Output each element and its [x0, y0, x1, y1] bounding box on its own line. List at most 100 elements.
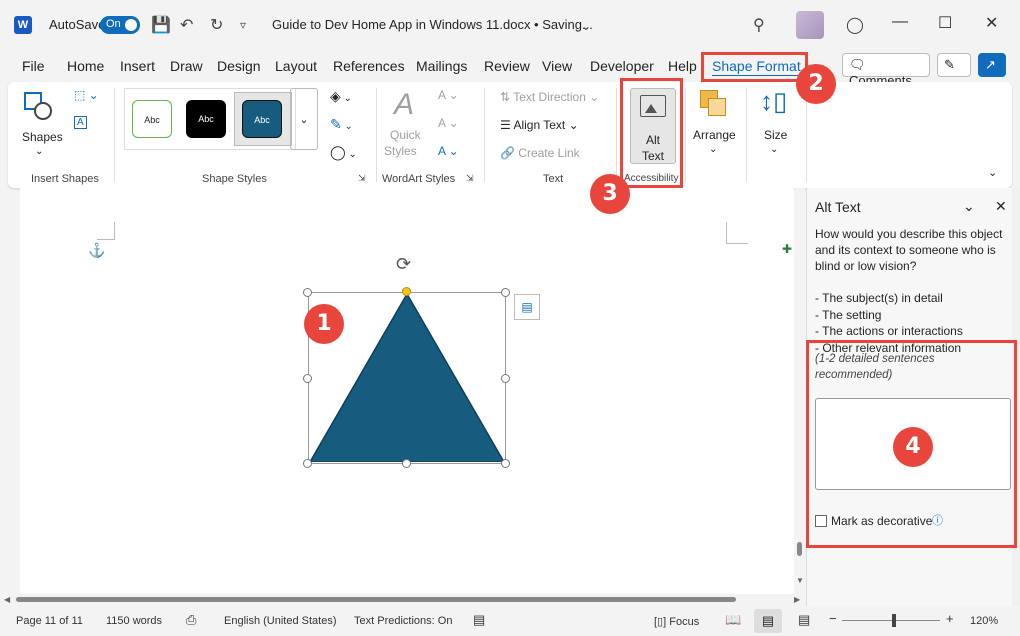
resize-handle[interactable] [303, 459, 312, 468]
dialog-launcher-icon[interactable]: ⇲ [466, 173, 474, 184]
focus-icon: [▯] [654, 616, 667, 628]
tab-view[interactable]: View [542, 58, 572, 74]
customize-icon[interactable]: ▿ [240, 18, 246, 32]
rotate-handle-icon[interactable]: ⟳ [396, 254, 411, 275]
text-direction-button[interactable]: ⇅ Text Direction ⌄ [500, 90, 599, 104]
create-link-button[interactable]: 🔗 Create Link [500, 146, 580, 160]
quick-styles-line1[interactable]: Quick [390, 128, 421, 142]
language[interactable]: English (United States) [224, 615, 337, 627]
annotation-badge-1: 1 [304, 304, 344, 344]
redo-icon[interactable]: ↻ [210, 15, 223, 35]
resize-handle[interactable] [501, 459, 510, 468]
zoom-in-button[interactable]: + [946, 611, 954, 626]
gallery-more-button[interactable]: ⌄ [290, 88, 318, 150]
tab-design[interactable]: Design [217, 58, 261, 74]
scroll-down-icon[interactable]: ▼ [796, 576, 804, 585]
shapes-button[interactable]: Shapes [22, 130, 63, 144]
text-effects-icon[interactable]: A ⌄ [438, 144, 459, 158]
maximize-icon[interactable]: ☐ [938, 13, 952, 33]
shape-outline-icon[interactable]: ✎ ⌄ [330, 116, 353, 133]
chevron-down-icon[interactable]: ⌄ [709, 144, 717, 155]
print-layout-icon[interactable]: ▤ [754, 609, 782, 633]
comments-button[interactable]: 🗨 Comments [842, 53, 930, 88]
zoom-level[interactable]: 120% [970, 615, 998, 627]
accessibility-icon[interactable]: ▤ [473, 612, 485, 628]
pane-close-icon[interactable]: ✕ [995, 198, 1007, 215]
resize-handle[interactable] [303, 374, 312, 383]
search-icon[interactable]: ⚲ [753, 15, 765, 35]
text-fill-icon[interactable]: A ⌄ [438, 88, 459, 102]
text-predictions[interactable]: Text Predictions: On [354, 615, 452, 627]
word-count[interactable]: 1150 words [106, 615, 162, 627]
tab-file[interactable]: File [22, 58, 45, 74]
tab-review[interactable]: Review [484, 58, 530, 74]
tab-developer[interactable]: Developer [590, 58, 654, 74]
chevron-down-icon[interactable]: ⌄ [35, 146, 43, 157]
document-canvas[interactable]: ⚓ ✚ ⟳ ▤ [20, 188, 794, 594]
proofing-icon[interactable]: ⎙ [186, 612, 196, 628]
highlight-box-alt-text [620, 78, 683, 188]
size-button[interactable]: Size [764, 128, 787, 142]
style-black-fill[interactable]: Abc [186, 100, 226, 138]
layout-options-icon[interactable]: ▤ [514, 294, 540, 320]
tab-help[interactable]: Help [668, 58, 697, 74]
text-outline-icon[interactable]: A ⌄ [438, 116, 459, 130]
zoom-slider-thumb[interactable] [892, 614, 896, 627]
zoom-out-button[interactable]: − [829, 611, 837, 626]
link-icon: 🔗 [500, 146, 515, 160]
shape-fill-icon[interactable]: ◈ ⌄ [330, 88, 352, 105]
text-box-icon[interactable]: A [74, 116, 87, 129]
share-button[interactable]: ↗ [978, 53, 1006, 77]
minimize-icon[interactable]: — [892, 13, 908, 31]
resize-handle[interactable] [501, 288, 510, 297]
annotation-badge-2: 2 [796, 64, 836, 104]
dialog-launcher-icon[interactable]: ⇲ [358, 173, 366, 184]
tab-draw[interactable]: Draw [170, 58, 203, 74]
horizontal-scrollbar[interactable]: ◀ ▶ [0, 594, 806, 606]
arrange-button[interactable]: Arrange [693, 128, 736, 142]
zoom-slider-track[interactable] [842, 620, 940, 621]
size-icon: ↕▯ [760, 86, 788, 116]
resize-handle[interactable] [402, 459, 411, 468]
tab-references[interactable]: References [333, 58, 405, 74]
align-text-button[interactable]: ☰ Align Text ⌄ [500, 118, 579, 132]
annotation-badge-3: 3 [590, 174, 630, 214]
resize-handle[interactable] [303, 288, 312, 297]
resize-handle[interactable] [501, 374, 510, 383]
scroll-right-icon[interactable]: ▶ [794, 595, 800, 604]
text-direction-icon: ⇅ [500, 90, 511, 104]
undo-icon[interactable]: ↶ [180, 15, 193, 35]
pane-options-icon[interactable]: ⌄ [963, 198, 975, 215]
tab-mailings[interactable]: Mailings [416, 58, 467, 74]
lightbulb-icon[interactable]: ◯ [846, 15, 864, 35]
shape-effects-icon[interactable]: ◯ ⌄ [330, 144, 357, 161]
focus-button[interactable]: [▯] Focus [654, 615, 699, 628]
close-icon[interactable]: ✕ [985, 13, 998, 33]
tab-home[interactable]: Home [67, 58, 104, 74]
document-title[interactable]: Guide to Dev Home App in Windows 11.docx… [272, 17, 593, 32]
edit-shape-icon[interactable]: ⬚ ⌄ [74, 88, 99, 102]
read-mode-icon[interactable]: 📖 [725, 612, 741, 628]
adjust-handle[interactable] [402, 287, 411, 296]
quick-styles-line2[interactable]: Styles [384, 144, 417, 158]
style-blue-fill[interactable]: Abc [242, 100, 282, 138]
tab-layout[interactable]: Layout [275, 58, 317, 74]
page-count[interactable]: Page 11 of 11 [16, 615, 83, 627]
bullet-item: - The subject(s) in detail [815, 291, 943, 305]
insert-shapes-group-label: Insert Shapes [31, 173, 99, 185]
vertical-scrollbar[interactable]: ▼ [795, 188, 805, 594]
title-bar: W AutoSave On 💾 ↶ ↻ ▿ Guide to Dev Home … [0, 0, 1020, 50]
collapse-ribbon-icon[interactable]: ⌄ [988, 166, 997, 179]
plus-icon: ✚ [782, 242, 793, 256]
avatar[interactable] [796, 11, 824, 39]
editing-button[interactable]: ✎ [937, 53, 971, 77]
autosave-toggle[interactable]: On [100, 16, 140, 34]
focus-label: Focus [669, 616, 700, 628]
tab-insert[interactable]: Insert [120, 58, 155, 74]
chevron-down-icon[interactable]: ⌄ [581, 19, 591, 33]
style-green-outline[interactable]: Abc [132, 100, 172, 138]
scroll-left-icon[interactable]: ◀ [4, 595, 10, 604]
save-icon[interactable]: 💾 [151, 15, 171, 35]
chevron-down-icon[interactable]: ⌄ [770, 144, 778, 155]
web-layout-icon[interactable]: ▤ [798, 612, 810, 628]
